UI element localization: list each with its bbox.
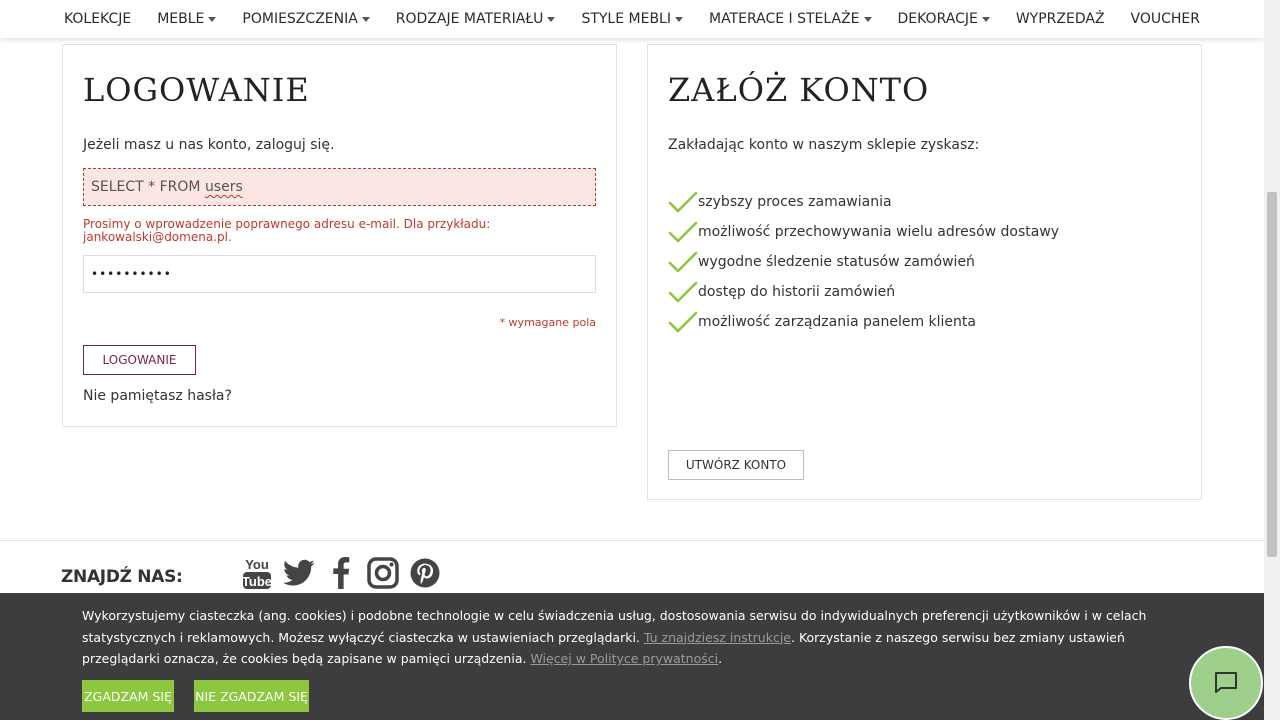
chevron-down-icon — [208, 16, 217, 22]
benefit-item: dostęp do historii zamówień — [668, 277, 1059, 307]
chat-bubble-icon — [1215, 672, 1237, 693]
cookie-instructions-link[interactable]: Tu znajdziesz instrukcje — [644, 630, 791, 645]
register-title: ZAŁÓŻ KONTO — [668, 71, 930, 109]
chevron-down-icon — [361, 16, 370, 22]
nav-item-style-mebli[interactable]: STYLE MEBLI — [581, 11, 683, 27]
chevron-down-icon — [863, 16, 872, 22]
email-value-prefix: SELECT * FROM — [91, 179, 205, 195]
privacy-policy-link[interactable]: Więcej w Polityce prywatności — [530, 651, 718, 666]
twitter-icon[interactable] — [282, 554, 316, 592]
benefit-item: możliwość zarządzania panelem klienta — [668, 307, 1059, 337]
social-links: You Tube — [240, 554, 450, 592]
youtube-icon[interactable]: You Tube — [240, 554, 274, 592]
email-value-word: users — [204, 179, 243, 195]
forgot-password-link[interactable]: Nie pamiętasz hasła? — [83, 388, 232, 404]
email-field[interactable]: SELECT * FROM users — [83, 168, 596, 206]
nav-item-kolekcje[interactable]: KOLEKCJE — [64, 11, 131, 27]
chat-button[interactable] — [1189, 646, 1263, 720]
pinterest-icon[interactable] — [408, 554, 442, 592]
chevron-down-icon — [981, 16, 990, 22]
svg-text:You: You — [245, 557, 269, 572]
register-panel: ZAŁÓŻ KONTO Zakładając konto w naszym sk… — [647, 44, 1202, 500]
chevron-down-icon — [674, 16, 683, 22]
cookie-text: Wykorzystujemy ciasteczka (ang. cookies)… — [82, 608, 1147, 666]
find-us-label: ZNAJDŹ NAS: — [61, 567, 183, 587]
login-title: LOGOWANIE — [83, 71, 310, 109]
scrollbar-thumb[interactable] — [1267, 192, 1277, 557]
register-intro: Zakładając konto w naszym sklepie zyskas… — [668, 137, 980, 153]
login-panel: LOGOWANIE Jeżeli masz u nas konto, zalog… — [62, 44, 617, 427]
nav-item-rodzaje-materialu[interactable]: RODZAJE MATERIAŁU — [396, 11, 556, 27]
nav-item-materace[interactable]: MATERACE I STELAŻE — [709, 11, 872, 27]
nav-item-pomieszczenia[interactable]: POMIESZCZENIA — [242, 11, 370, 27]
check-icon — [668, 251, 698, 273]
instagram-icon[interactable] — [366, 554, 400, 592]
nav-item-voucher[interactable]: VOUCHER — [1131, 11, 1200, 27]
facebook-icon[interactable] — [324, 554, 358, 592]
password-value: •••••••••• — [91, 267, 172, 281]
page-scrollbar[interactable] — [1264, 0, 1280, 720]
cookie-disagree-button[interactable]: NIE ZGADZAM SIĘ — [194, 680, 309, 712]
check-icon — [668, 191, 698, 213]
check-icon — [668, 221, 698, 243]
benefit-item: wygodne śledzenie statusów zamówień — [668, 247, 1059, 277]
login-button[interactable]: LOGOWANIE — [83, 345, 196, 375]
svg-text:Tube: Tube — [242, 574, 272, 589]
top-navigation: KOLEKCJE MEBLE POMIESZCZENIA RODZAJE MAT… — [0, 0, 1264, 38]
check-icon — [668, 311, 698, 333]
cookie-banner: Wykorzystujemy ciasteczka (ang. cookies)… — [0, 593, 1264, 720]
nav-item-wyprzedaz[interactable]: WYPRZEDAŻ — [1016, 11, 1105, 27]
password-field[interactable]: •••••••••• — [83, 255, 596, 293]
nav-item-dekoracje[interactable]: DEKORACJE — [898, 11, 990, 27]
benefit-item: możliwość przechowywania wielu adresów d… — [668, 217, 1059, 247]
benefits-list: szybszy proces zamawiania możliwość prze… — [668, 187, 1059, 337]
nav-item-meble[interactable]: MEBLE — [157, 11, 217, 27]
benefit-item: szybszy proces zamawiania — [668, 187, 1059, 217]
login-intro: Jeżeli masz u nas konto, zaloguj się. — [83, 137, 335, 153]
email-error-message: Prosimy o wprowadzenie poprawnego adresu… — [83, 217, 491, 244]
check-icon — [668, 281, 698, 303]
footer-divider — [0, 540, 1264, 541]
required-fields-note: * wymagane pola — [499, 316, 596, 329]
create-account-button[interactable]: UTWÓRZ KONTO — [668, 450, 804, 480]
cookie-agree-button[interactable]: ZGADZAM SIĘ — [82, 680, 174, 712]
chevron-down-icon — [547, 16, 556, 22]
